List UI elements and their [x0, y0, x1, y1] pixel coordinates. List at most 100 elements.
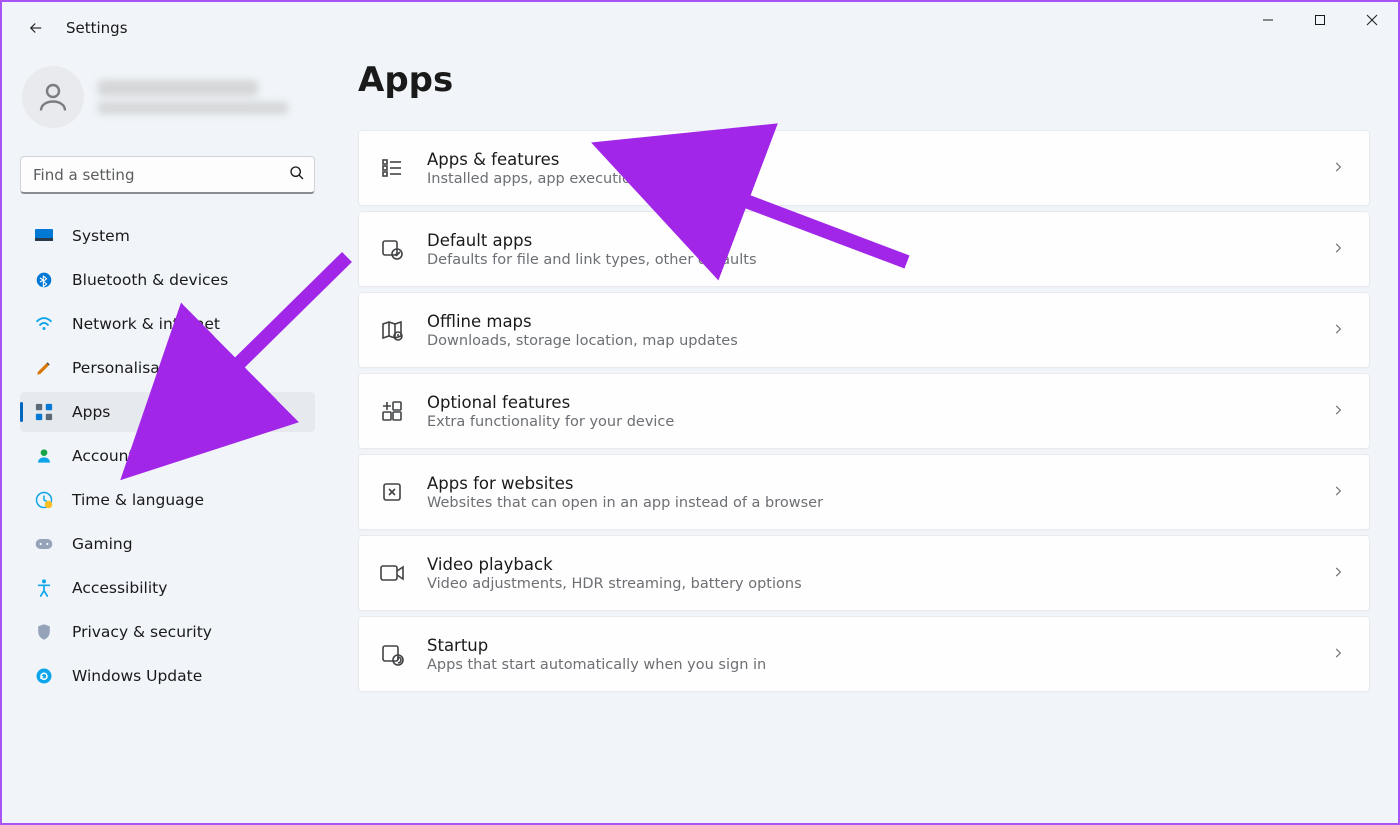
sidebar-item-update[interactable]: Windows Update [20, 656, 315, 696]
sidebar-item-label: System [72, 227, 130, 245]
video-icon [379, 560, 405, 586]
search-input[interactable] [20, 156, 315, 194]
category-title: Default apps [427, 231, 1331, 250]
account-icon [34, 446, 54, 466]
map-icon [379, 317, 405, 343]
category-offline-maps[interactable]: Offline maps Downloads, storage location… [358, 292, 1370, 368]
bluetooth-icon [34, 270, 54, 290]
sidebar-item-network[interactable]: Network & internet [20, 304, 315, 344]
avatar [22, 66, 84, 128]
category-desc: Defaults for file and link types, other … [427, 252, 1331, 268]
update-icon [34, 666, 54, 686]
search-icon [289, 165, 305, 185]
category-desc: Video adjustments, HDR streaming, batter… [427, 576, 1331, 592]
category-video-playback[interactable]: Video playback Video adjustments, HDR st… [358, 535, 1370, 611]
sidebar-item-label: Accounts [72, 447, 143, 465]
category-text: Default apps Defaults for file and link … [427, 231, 1331, 268]
sidebar-item-personalisation[interactable]: Personalisation [20, 348, 315, 388]
category-title: Apps & features [427, 150, 1331, 169]
sidebar-item-bluetooth[interactable]: Bluetooth & devices [20, 260, 315, 300]
close-button[interactable] [1346, 2, 1398, 38]
category-title: Startup [427, 636, 1331, 655]
category-desc: Websites that can open in an app instead… [427, 495, 1331, 511]
category-title: Video playback [427, 555, 1331, 574]
sidebar-item-privacy[interactable]: Privacy & security [20, 612, 315, 652]
window-controls [1242, 2, 1398, 38]
page-title: Apps [358, 60, 1370, 100]
titlebar: Settings [2, 2, 1398, 54]
category-text: Optional features Extra functionality fo… [427, 393, 1331, 430]
accessibility-icon [34, 578, 54, 598]
close-icon [1366, 14, 1378, 26]
chevron-right-icon [1331, 645, 1345, 664]
category-apps-for-websites[interactable]: Apps for websites Websites that can open… [358, 454, 1370, 530]
sidebar-item-label: Privacy & security [72, 623, 212, 641]
sidebar-item-accessibility[interactable]: Accessibility [20, 568, 315, 608]
default-apps-icon [379, 236, 405, 262]
arrow-left-icon [27, 19, 45, 37]
minimize-button[interactable] [1242, 2, 1294, 38]
category-default-apps[interactable]: Default apps Defaults for file and link … [358, 211, 1370, 287]
app-title: Settings [66, 19, 128, 37]
sidebar-item-label: Gaming [72, 535, 133, 553]
search-box [20, 156, 315, 194]
shield-icon [34, 622, 54, 642]
category-text: Apps & features Installed apps, app exec… [427, 150, 1331, 187]
category-title: Optional features [427, 393, 1331, 412]
main-content: Apps Apps & features Installed apps, app… [358, 60, 1370, 692]
category-startup[interactable]: Startup Apps that start automatically wh… [358, 616, 1370, 692]
chevron-right-icon [1331, 402, 1345, 421]
category-desc: Installed apps, app execution aliases [427, 171, 1331, 187]
paintbrush-icon [34, 358, 54, 378]
sidebar-item-system[interactable]: System [20, 216, 315, 256]
category-title: Apps for websites [427, 474, 1331, 493]
chevron-right-icon [1331, 564, 1345, 583]
apps-icon [34, 402, 54, 422]
category-desc: Extra functionality for your device [427, 414, 1331, 430]
maximize-icon [1314, 14, 1326, 26]
sidebar-item-label: Network & internet [72, 315, 220, 333]
sidebar: System Bluetooth & devices Network & int… [20, 62, 315, 700]
sidebar-item-label: Windows Update [72, 667, 202, 685]
profile-text [98, 80, 288, 114]
grid-plus-icon [379, 398, 405, 424]
monitor-icon [34, 226, 54, 246]
category-apps-features[interactable]: Apps & features Installed apps, app exec… [358, 130, 1370, 206]
profile-name [98, 80, 258, 96]
category-optional-features[interactable]: Optional features Extra functionality fo… [358, 373, 1370, 449]
category-title: Offline maps [427, 312, 1331, 331]
sidebar-item-accounts[interactable]: Accounts [20, 436, 315, 476]
category-list: Apps & features Installed apps, app exec… [358, 130, 1370, 692]
clock-globe-icon [34, 490, 54, 510]
list-icon [379, 155, 405, 181]
category-text: Video playback Video adjustments, HDR st… [427, 555, 1331, 592]
chevron-right-icon [1331, 321, 1345, 340]
category-desc: Apps that start automatically when you s… [427, 657, 1331, 673]
chevron-right-icon [1331, 240, 1345, 259]
profile-block[interactable] [20, 62, 315, 132]
chevron-right-icon [1331, 483, 1345, 502]
gamepad-icon [34, 534, 54, 554]
sidebar-item-label: Personalisation [72, 359, 189, 377]
sidebar-item-label: Accessibility [72, 579, 167, 597]
wifi-icon [34, 314, 54, 334]
website-app-icon [379, 479, 405, 505]
category-desc: Downloads, storage location, map updates [427, 333, 1331, 349]
profile-email [98, 102, 288, 114]
back-button[interactable] [16, 8, 56, 48]
sidebar-item-label: Bluetooth & devices [72, 271, 228, 289]
chevron-right-icon [1331, 159, 1345, 178]
sidebar-item-label: Time & language [72, 491, 204, 509]
sidebar-item-label: Apps [72, 403, 110, 421]
minimize-icon [1262, 14, 1274, 26]
category-text: Apps for websites Websites that can open… [427, 474, 1331, 511]
nav-list: System Bluetooth & devices Network & int… [20, 216, 315, 696]
category-text: Startup Apps that start automatically wh… [427, 636, 1331, 673]
maximize-button[interactable] [1294, 2, 1346, 38]
person-icon [35, 79, 71, 115]
sidebar-item-gaming[interactable]: Gaming [20, 524, 315, 564]
sidebar-item-time[interactable]: Time & language [20, 480, 315, 520]
category-text: Offline maps Downloads, storage location… [427, 312, 1331, 349]
startup-icon [379, 641, 405, 667]
sidebar-item-apps[interactable]: Apps [20, 392, 315, 432]
